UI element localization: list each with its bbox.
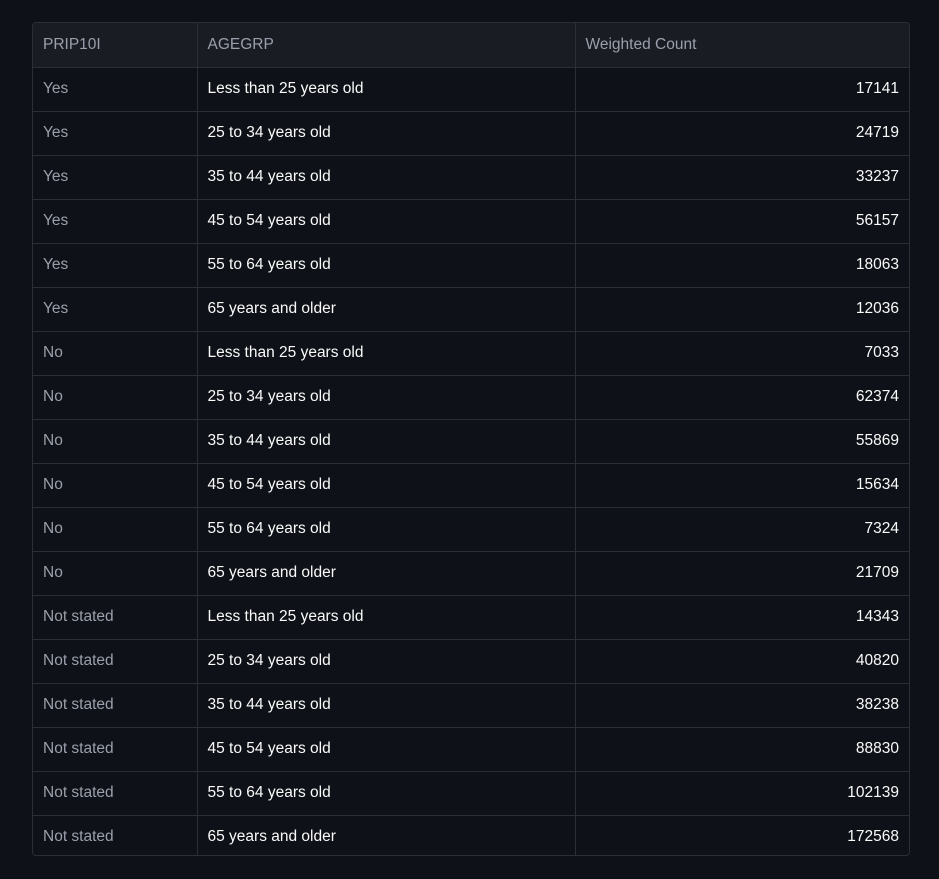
cell-prip10i[interactable]: No: [33, 331, 198, 376]
cell-weighted-count[interactable]: 55869: [575, 419, 909, 464]
cell-weighted-count[interactable]: 38238: [575, 683, 909, 728]
cell-weighted-count[interactable]: 102139: [575, 771, 909, 816]
cell-prip10i[interactable]: No: [33, 419, 198, 464]
cell-weighted-count[interactable]: 24719: [575, 111, 909, 156]
cell-agegrp[interactable]: 25 to 34 years old: [197, 375, 576, 420]
cell-agegrp[interactable]: 45 to 54 years old: [197, 463, 576, 508]
cell-weighted-count[interactable]: 12036: [575, 287, 909, 332]
cell-prip10i[interactable]: Yes: [33, 243, 198, 288]
cell-prip10i[interactable]: Yes: [33, 67, 198, 112]
table-row[interactable]: No 25 to 34 years old 62374: [33, 375, 909, 420]
table-row[interactable]: Not stated 55 to 64 years old 102139: [33, 771, 909, 816]
table-row[interactable]: No 55 to 64 years old 7324: [33, 507, 909, 552]
cell-weighted-count[interactable]: 7033: [575, 331, 909, 376]
cell-prip10i[interactable]: Yes: [33, 199, 198, 244]
column-header-agegrp[interactable]: AGEGRP: [197, 23, 576, 68]
cell-agegrp[interactable]: 45 to 54 years old: [197, 727, 576, 772]
data-table-frame: PRIP10I AGEGRP Weighted Count Yes Less th…: [32, 22, 910, 856]
cell-prip10i[interactable]: Yes: [33, 287, 198, 332]
cell-weighted-count[interactable]: 21709: [575, 551, 909, 596]
header-row: PRIP10I AGEGRP Weighted Count: [33, 23, 909, 68]
cell-prip10i[interactable]: Not stated: [33, 595, 198, 640]
cell-prip10i[interactable]: Yes: [33, 155, 198, 200]
cell-weighted-count[interactable]: 62374: [575, 375, 909, 420]
cell-agegrp[interactable]: 55 to 64 years old: [197, 771, 576, 816]
table-row[interactable]: No 45 to 54 years old 15634: [33, 463, 909, 508]
cell-weighted-count[interactable]: 14343: [575, 595, 909, 640]
table-row[interactable]: Yes 65 years and older 12036: [33, 287, 909, 332]
cell-weighted-count[interactable]: 33237: [575, 155, 909, 200]
cell-weighted-count[interactable]: 88830: [575, 727, 909, 772]
table-row[interactable]: Yes 55 to 64 years old 18063: [33, 243, 909, 288]
cell-prip10i[interactable]: No: [33, 551, 198, 596]
column-header-weighted-count[interactable]: Weighted Count: [575, 23, 909, 68]
cell-weighted-count[interactable]: 7324: [575, 507, 909, 552]
cell-prip10i[interactable]: Not stated: [33, 815, 198, 855]
cell-prip10i[interactable]: Yes: [33, 111, 198, 156]
cell-agegrp[interactable]: 35 to 44 years old: [197, 419, 576, 464]
cell-weighted-count[interactable]: 56157: [575, 199, 909, 244]
cell-agegrp[interactable]: 65 years and older: [197, 287, 576, 332]
cell-agegrp[interactable]: Less than 25 years old: [197, 67, 576, 112]
table-row[interactable]: No 65 years and older 21709: [33, 551, 909, 596]
cell-prip10i[interactable]: No: [33, 463, 198, 508]
table-row[interactable]: Not stated 45 to 54 years old 88830: [33, 727, 909, 772]
cell-prip10i[interactable]: Not stated: [33, 771, 198, 816]
cell-agegrp[interactable]: 35 to 44 years old: [197, 155, 576, 200]
cell-prip10i[interactable]: No: [33, 375, 198, 420]
cell-prip10i[interactable]: Not stated: [33, 639, 198, 684]
cell-agegrp[interactable]: 25 to 34 years old: [197, 639, 576, 684]
table-row[interactable]: Yes 35 to 44 years old 33237: [33, 155, 909, 200]
table-row[interactable]: Not stated 35 to 44 years old 38238: [33, 683, 909, 728]
cell-weighted-count[interactable]: 15634: [575, 463, 909, 508]
table-row[interactable]: Yes Less than 25 years old 17141: [33, 67, 909, 112]
cell-agegrp[interactable]: Less than 25 years old: [197, 595, 576, 640]
cell-weighted-count[interactable]: 17141: [575, 67, 909, 112]
cell-agegrp[interactable]: 45 to 54 years old: [197, 199, 576, 244]
table-row[interactable]: Not stated 25 to 34 years old 40820: [33, 639, 909, 684]
cell-agegrp[interactable]: 55 to 64 years old: [197, 507, 576, 552]
cell-agegrp[interactable]: Less than 25 years old: [197, 331, 576, 376]
cell-agegrp[interactable]: 25 to 34 years old: [197, 111, 576, 156]
cell-agegrp[interactable]: 35 to 44 years old: [197, 683, 576, 728]
cell-agegrp[interactable]: 65 years and older: [197, 815, 576, 855]
cell-agegrp[interactable]: 65 years and older: [197, 551, 576, 596]
cell-weighted-count[interactable]: 40820: [575, 639, 909, 684]
cell-prip10i[interactable]: Not stated: [33, 727, 198, 772]
data-table: PRIP10I AGEGRP Weighted Count Yes Less th…: [33, 23, 909, 855]
table-body: Yes Less than 25 years old 17141 Yes 25 to 3…: [33, 67, 909, 855]
cell-prip10i[interactable]: No: [33, 507, 198, 552]
table-row[interactable]: Not stated 65 years and older 172568: [33, 815, 909, 855]
table-row[interactable]: Yes 25 to 34 years old 24719: [33, 111, 909, 156]
table-row[interactable]: Not stated Less than 25 years old 14343: [33, 595, 909, 640]
cell-agegrp[interactable]: 55 to 64 years old: [197, 243, 576, 288]
table-header: PRIP10I AGEGRP Weighted Count: [33, 23, 909, 68]
column-header-prip10i[interactable]: PRIP10I: [33, 23, 198, 68]
cell-prip10i[interactable]: Not stated: [33, 683, 198, 728]
cell-weighted-count[interactable]: 172568: [575, 815, 909, 855]
table-row[interactable]: No Less than 25 years old 7033: [33, 331, 909, 376]
table-row[interactable]: No 35 to 44 years old 55869: [33, 419, 909, 464]
cell-weighted-count[interactable]: 18063: [575, 243, 909, 288]
table-row[interactable]: Yes 45 to 54 years old 56157: [33, 199, 909, 244]
